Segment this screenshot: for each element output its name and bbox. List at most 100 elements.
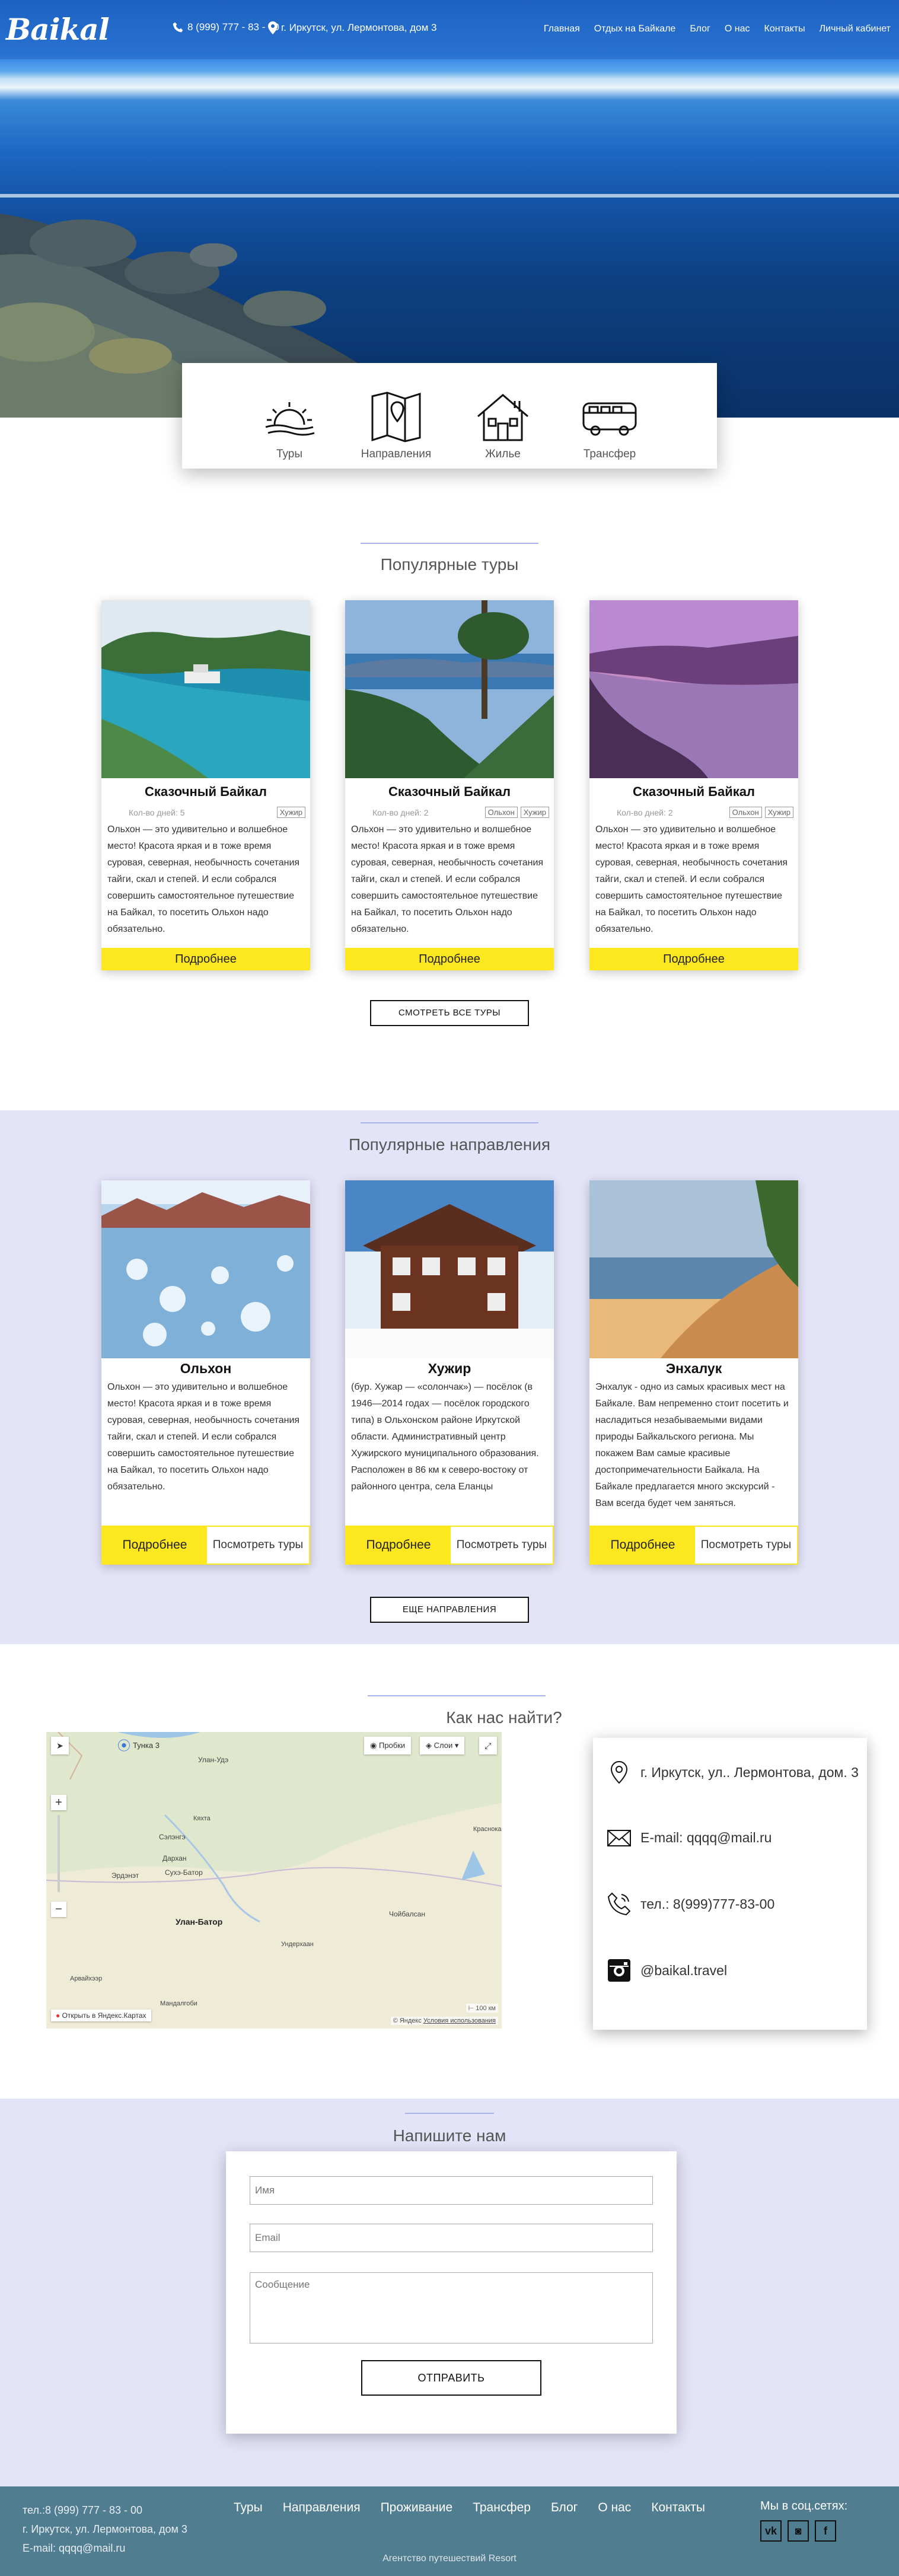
view-tours-button[interactable]: Посмотреть туры: [451, 1527, 553, 1564]
tour-meta: Кол-во дней: 5 Хужир: [129, 807, 305, 818]
destination-card[interactable]: Ольхон Ольхон — это удивительно и волшеб…: [101, 1180, 310, 1565]
instagram-icon[interactable]: ◙: [788, 2520, 809, 2542]
contact-address-text: г. Иркутск, ул.. Лермонтова, дом. 3: [640, 1764, 859, 1780]
main-nav: Главная Отдых на Байкале Блог О нас Конт…: [544, 24, 891, 34]
map-widget[interactable]: ➤ ⦿ Тунка 3 ◉ Пробки ◈ Слои ▾ ⤢ + − Улан-…: [46, 1732, 502, 2029]
contact-instagram[interactable]: @baikal.travel: [606, 1957, 727, 1983]
nav-contacts[interactable]: Контакты: [764, 24, 805, 34]
location-pin-icon: [610, 1760, 628, 1784]
message-input[interactable]: [250, 2272, 653, 2343]
tour-card[interactable]: Сказочный Байкал Кол-во дней: 2 Ольхон Х…: [345, 600, 554, 970]
submit-button[interactable]: ОТПРАВИТЬ: [361, 2360, 541, 2396]
footer-nav-about[interactable]: О нас: [598, 2501, 631, 2515]
instagram-icon: [608, 1959, 630, 1982]
map-label-krasnokam: Краснокам: [473, 1826, 502, 1833]
sunrise-icon: [265, 402, 315, 436]
zoom-slider[interactable]: [58, 1815, 60, 1892]
contact-address: г. Иркутск, ул.. Лермонтова, дом. 3: [606, 1759, 859, 1785]
form-title: Напишите нам: [393, 2126, 506, 2145]
tour-description: Ольхон — это удивительно и волшебное мес…: [107, 824, 300, 934]
service-transfer[interactable]: Трансфер: [574, 390, 645, 469]
destination-actions: Подробнее Посмотреть туры: [589, 1526, 798, 1565]
vk-icon[interactable]: vk: [760, 2520, 782, 2542]
contact-email[interactable]: E-mail: qqqq@mail.ru: [606, 1824, 772, 1851]
open-in-yandex-link[interactable]: ● Открыть в Яндекс.Картах: [51, 2010, 151, 2021]
tour-card[interactable]: Сказочный Байкал Кол-во дней: 5 Хужир Ол…: [101, 600, 310, 970]
footer-nav: Туры Направления Проживание Трансфер Бло…: [234, 2501, 705, 2515]
location-pin-icon: [268, 21, 278, 34]
zoom-out-button[interactable]: −: [51, 1902, 66, 1917]
tour-photo: [589, 600, 798, 778]
footer-social: Мы в соц.сетях: vk ◙ f: [760, 2499, 847, 2542]
tour-tag[interactable]: Хужир: [276, 807, 305, 818]
service-transfer-label: Трансфер: [583, 448, 636, 460]
destination-card[interactable]: Энхалук Энхалук - одно из самых красивых…: [589, 1180, 798, 1565]
email-input[interactable]: [250, 2224, 653, 2252]
open-in-yandex-text: Открыть в Яндекс.Картах: [62, 2011, 146, 2020]
nav-home[interactable]: Главная: [544, 24, 580, 34]
map-terms-link[interactable]: Условия использования: [423, 2017, 496, 2024]
footer-nav-housing[interactable]: Проживание: [381, 2501, 453, 2515]
tour-name: Сказочный Байкал: [388, 784, 511, 799]
tour-tag[interactable]: Хужир: [520, 807, 549, 818]
map-search-place[interactable]: ⦿ Тунка 3: [117, 1736, 160, 1755]
fullscreen-icon[interactable]: ⤢: [479, 1737, 497, 1755]
header-phone[interactable]: 8 (999) 777 - 83 - 00: [172, 21, 279, 33]
lake-forest-image: [345, 600, 554, 778]
tour-tag[interactable]: Хужир: [764, 807, 793, 818]
all-tours-button[interactable]: СМОТРЕТЬ ВСЕ ТУРЫ: [370, 1000, 529, 1026]
footer-phone[interactable]: тел.:8 (999) 777 - 83 - 00: [23, 2501, 187, 2520]
chalet-image: [345, 1180, 554, 1358]
tour-tag[interactable]: Ольхон: [729, 807, 762, 818]
destination-more-button[interactable]: Подробнее: [103, 1527, 207, 1564]
tour-tag[interactable]: Ольхон: [484, 807, 518, 818]
destination-more-button[interactable]: Подробнее: [346, 1527, 451, 1564]
tour-more-button[interactable]: Подробнее: [589, 948, 798, 970]
map-pin-icon: [371, 391, 421, 442]
tour-name: Сказочный Байкал: [145, 784, 267, 799]
zoom-in-button[interactable]: +: [51, 1795, 66, 1810]
locate-icon[interactable]: ➤: [51, 1737, 69, 1755]
tour-more-button[interactable]: Подробнее: [345, 948, 554, 970]
layers-label: Слои: [433, 1741, 453, 1750]
tour-days: Кол-во дней: 2: [372, 807, 429, 817]
footer-nav-tours[interactable]: Туры: [234, 2501, 263, 2515]
name-input[interactable]: [250, 2176, 653, 2205]
view-tours-button[interactable]: Посмотреть туры: [695, 1527, 797, 1564]
logo[interactable]: Baikal: [6, 12, 110, 47]
tours-title: Популярные туры: [380, 555, 519, 574]
service-directions-label: Направления: [361, 448, 432, 460]
nav-about[interactable]: О нас: [725, 24, 750, 34]
nav-blog[interactable]: Блог: [690, 24, 710, 34]
footer-nav-directions[interactable]: Направления: [283, 2501, 361, 2515]
nav-account[interactable]: Личный кабинет: [820, 24, 891, 34]
service-tours[interactable]: Туры: [254, 390, 325, 469]
footer-address: г. Иркутск, ул. Лермонтова, дом 3: [23, 2523, 187, 2535]
destination-name: Ольхон: [180, 1361, 232, 1376]
nav-baikal[interactable]: Отдых на Байкале: [594, 24, 676, 34]
tour-meta: Кол-во дней: 2 Ольхон Хужир: [372, 807, 549, 818]
section-divider: [405, 2113, 494, 2114]
destination-photo: [345, 1180, 554, 1358]
service-housing[interactable]: Жилье: [467, 390, 538, 469]
footer: тел.:8 (999) 777 - 83 - 00 г. Иркутск, у…: [0, 2486, 899, 2576]
more-destinations-button[interactable]: ЕЩЕ НАПРАВЛЕНИЯ: [370, 1597, 529, 1623]
footer-nav-blog[interactable]: Блог: [551, 2501, 578, 2515]
tour-more-button[interactable]: Подробнее: [101, 948, 310, 970]
destination-card[interactable]: Хужир (бур. Хужар — «солончак») — посёло…: [345, 1180, 554, 1565]
destination-more-button[interactable]: Подробнее: [591, 1527, 695, 1564]
destination-description: (бур. Хужар — «солончак») — посёлок (в 1…: [351, 1382, 539, 1492]
service-tours-label: Туры: [276, 448, 303, 460]
facebook-icon[interactable]: f: [815, 2520, 836, 2542]
footer-nav-transfer[interactable]: Трансфер: [473, 2501, 531, 2515]
view-tours-button[interactable]: Посмотреть туры: [207, 1527, 309, 1564]
rocks-image: [0, 194, 899, 418]
service-directions[interactable]: Направления: [361, 390, 432, 469]
layers-button[interactable]: ◈ Слои ▾: [420, 1737, 465, 1755]
map-label-sukhbaatar: Сухэ-Батор: [165, 1868, 203, 1877]
footer-nav-contacts[interactable]: Контакты: [651, 2501, 705, 2515]
tour-card[interactable]: Сказочный Байкал Кол-во дней: 2 Ольхон Х…: [589, 600, 798, 970]
traffic-button[interactable]: ◉ Пробки: [364, 1737, 412, 1755]
contact-phone[interactable]: тел.: 8(999)777-83-00: [606, 1891, 774, 1917]
map-copyright-text: © Яндекс: [393, 2017, 422, 2024]
